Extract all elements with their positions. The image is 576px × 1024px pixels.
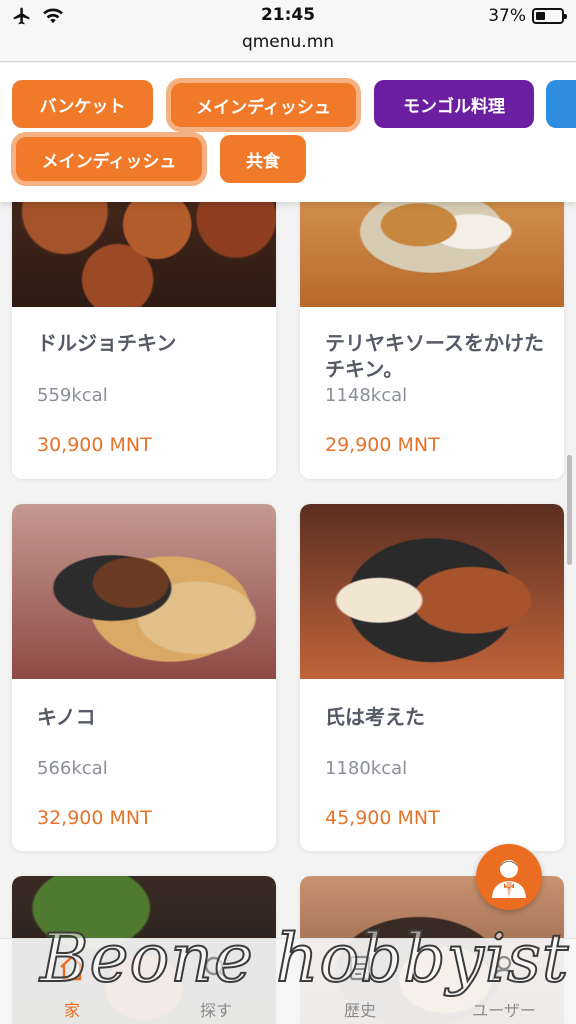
- food-image: [300, 504, 564, 679]
- battery-level: [536, 12, 545, 20]
- status-icons-right: 37%: [488, 6, 567, 26]
- nav-user-label: ユーザー: [472, 1001, 536, 1020]
- screen: 21:45 37% qmenu.mn バンケット メインディッシュ モンゴル料理…: [0, 0, 576, 1024]
- battery-icon: [532, 8, 567, 24]
- nav-home-label: 家: [63, 1001, 80, 1020]
- category-panel: バンケット メインディッシュ モンゴル料理 メインディッシュ 共食: [0, 63, 576, 202]
- menu-item-kcal: 1180kcal: [325, 758, 408, 779]
- nav-search-label: 探す: [199, 1001, 232, 1020]
- menu-card[interactable]: テリヤキソースをかけたチキン。 1148kcal 29,900 MNT: [300, 170, 564, 479]
- menu-item-kcal: 566kcal: [37, 758, 108, 779]
- category-chip-shared-meal[interactable]: 共食: [220, 135, 306, 183]
- category-chip-partial[interactable]: [546, 80, 576, 128]
- menu-item-name: ドルジョチキン: [37, 331, 177, 355]
- nav-history-label: 歴史: [343, 1001, 376, 1020]
- food-image: [12, 504, 276, 679]
- category-chip-banquet[interactable]: バンケット: [12, 80, 153, 128]
- scroll-indicator[interactable]: [567, 455, 572, 565]
- url-bar[interactable]: qmenu.mn: [0, 32, 576, 52]
- status-bar: 21:45 37% qmenu.mn: [0, 0, 576, 62]
- call-waiter-button[interactable]: [476, 844, 542, 910]
- menu-card[interactable]: キノコ 566kcal 32,900 MNT: [12, 504, 276, 851]
- menu-card[interactable]: ドルジョチキン 559kcal 30,900 MNT: [12, 170, 276, 479]
- menu-item-name: キノコ: [37, 705, 96, 729]
- waiter-icon: [492, 860, 526, 898]
- menu-card[interactable]: 氏は考えた 1180kcal 45,900 MNT: [300, 504, 564, 851]
- menu-item-price: 32,900 MNT: [37, 807, 152, 829]
- menu-item-name: テリヤキソースをかけたチキン。: [325, 331, 544, 381]
- category-chip-main-dish-2[interactable]: メインディッシュ: [16, 137, 202, 181]
- menu-item-price: 45,900 MNT: [325, 807, 440, 829]
- menu-item-kcal: 559kcal: [37, 385, 108, 406]
- menu-item-name: 氏は考えた: [325, 705, 425, 729]
- watermark: Beone hobbyist: [39, 919, 570, 998]
- category-chip-mongolian[interactable]: モンゴル料理: [374, 80, 534, 128]
- category-chip-main-dish-selected[interactable]: メインディッシュ: [171, 83, 356, 127]
- battery-percent: 37%: [488, 6, 526, 26]
- menu-item-kcal: 1148kcal: [325, 385, 408, 406]
- menu-item-price: 30,900 MNT: [37, 434, 152, 456]
- menu-item-price: 29,900 MNT: [325, 434, 440, 456]
